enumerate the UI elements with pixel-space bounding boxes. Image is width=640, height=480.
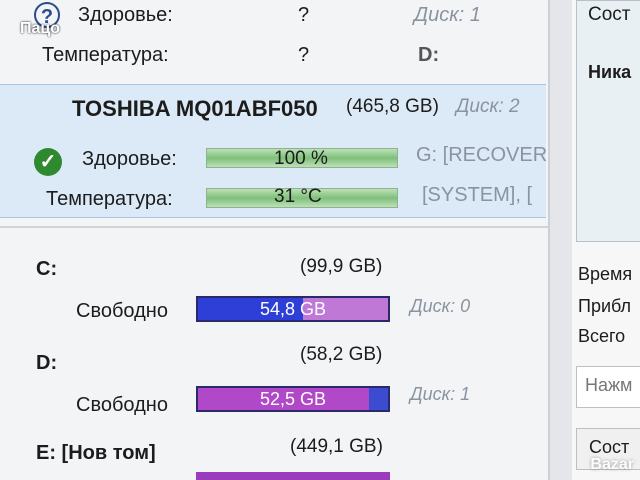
nika-label: Ника [588, 62, 632, 82]
total-label: Всего [578, 326, 626, 346]
volume-c-free-bar: 54,8 GB [196, 296, 390, 322]
disk2-disk-label: Диск: 2 [456, 96, 520, 117]
volume-e-letter: E: [Нов том] [36, 442, 156, 464]
volume-c-letter: C: [36, 258, 58, 280]
disk1-temp-value: ? [298, 44, 310, 66]
time-label: Время [578, 264, 633, 284]
volume-c-free-value: 54,8 GB [259, 299, 327, 319]
volume-e-free-bar [196, 472, 390, 480]
disk1-health-label: Здоровье: [78, 4, 173, 26]
volume-d-size: (58,2 GB) [300, 344, 383, 365]
brand-watermark: Bazar [590, 456, 634, 473]
volume-d-letter: D: [36, 352, 58, 374]
volume-c-disk-label: Диск: 0 [410, 296, 471, 316]
volume-c-free-label: Свободно [76, 300, 168, 322]
volume-d-free-bar: 52,5 GB [196, 386, 390, 412]
disk2-temp-value: 31 °C [274, 186, 322, 207]
status-box [576, 0, 640, 242]
disk2-partition2: [SYSTEM], [ [422, 184, 533, 206]
approx-label: Прибл [578, 296, 632, 316]
health-ok-icon: ✓ [34, 148, 62, 176]
separator [0, 226, 548, 228]
volume-d-free-label: Свободно [76, 394, 168, 416]
volume-d-free-value: 52,5 GB [259, 389, 327, 409]
disk1-disk-label: Диск: 1 [414, 4, 481, 26]
disk2-health-label: Здоровье: [82, 148, 177, 170]
disk2-size: (465,8 GB) [346, 96, 439, 117]
status-button-label: Сост [589, 437, 630, 457]
press-button-label: Нажм [585, 375, 633, 395]
disk2-temp-label: Температура: [46, 188, 173, 210]
status-top-label: Сост [588, 4, 631, 25]
disk2-model: TOSHIBA MQ01ABF050 [72, 96, 318, 121]
volume-e-size: (449,1 GB) [290, 436, 383, 457]
disk1-temp-label: Температура: [42, 44, 169, 66]
disk1-health-value: ? [298, 4, 310, 26]
press-button[interactable]: Нажм [576, 366, 640, 408]
disk2-health-value: 100 % [274, 148, 328, 169]
panel-gap [550, 0, 572, 480]
volume-d-disk-label: Диск: 1 [410, 384, 471, 404]
disk1-partition-letter: D: [418, 44, 440, 66]
volume-c-size: (99,9 GB) [300, 256, 383, 277]
watermark-text: Пацо [20, 20, 61, 37]
disk2-partition1: G: [RECOVER [416, 144, 548, 166]
disk-list-panel: ? Здоровье: ? Диск: 1 Температура: ? D: … [0, 0, 550, 480]
screen: ? Здоровье: ? Диск: 1 Температура: ? D: … [0, 0, 640, 480]
details-panel: Сост Ника Время Прибл Всего Нажм Сост [572, 0, 640, 480]
